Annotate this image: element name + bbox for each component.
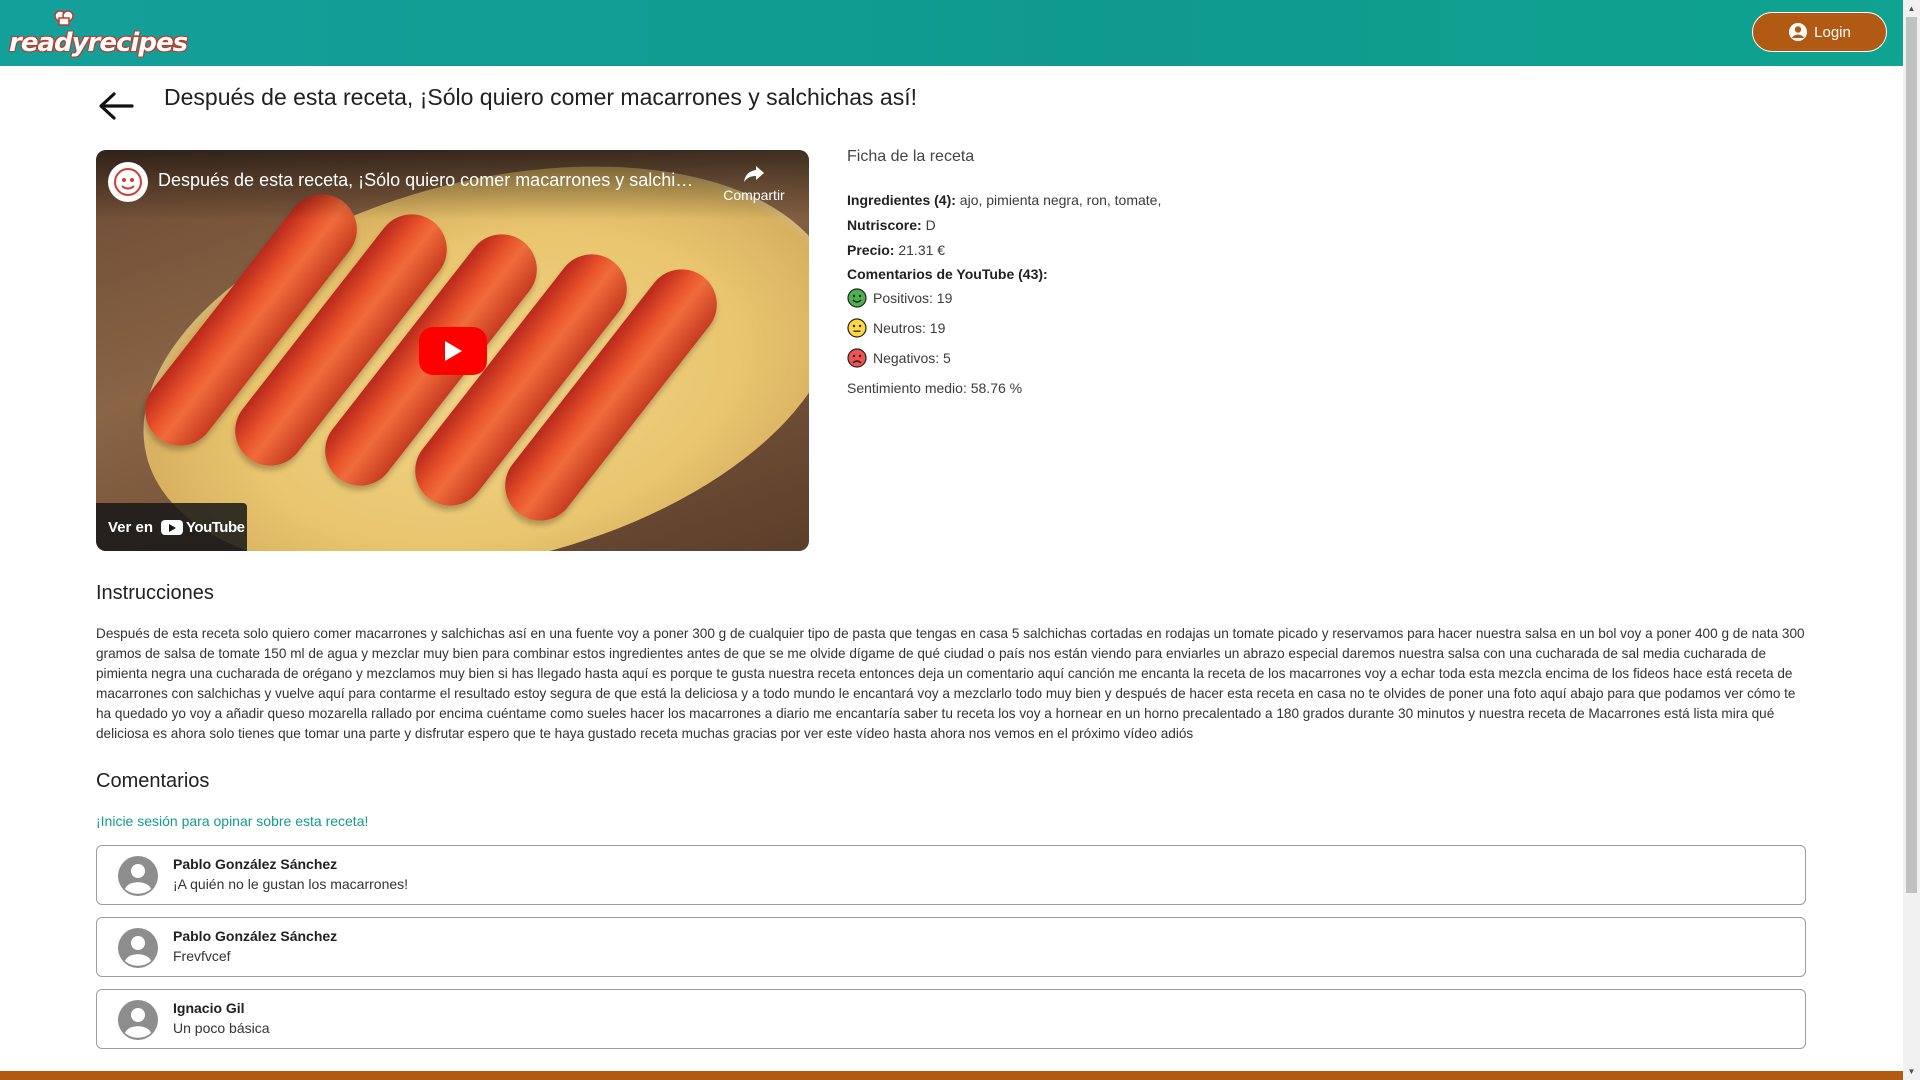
comment-text: ¡A quién no le gustan los macarrones!: [173, 876, 409, 892]
channel-logo-icon: [114, 168, 142, 196]
share-arrow-icon: [744, 166, 764, 182]
happy-face-icon: [847, 288, 867, 308]
recipe-card-info: Ficha de la receta Ingredientes (4): ajo…: [847, 148, 1161, 396]
average-sentiment: Sentimiento medio: 58.76 %: [847, 380, 1023, 396]
nutriscore-label: Nutriscore:: [847, 217, 922, 233]
ingredients-label: Ingredientes (4):: [847, 192, 956, 208]
readyrecipes-logo[interactable]: readyrecipes: [9, 10, 188, 58]
login-label: Login: [1814, 23, 1851, 41]
ingredients-value: ajo, pimienta negra, ron, tomate,: [959, 192, 1162, 208]
positive-count: Positivos: 19: [873, 290, 953, 306]
comment-author: Ignacio Gil: [173, 1000, 245, 1016]
chef-hat-icon: [54, 10, 74, 26]
ingredients-row: Ingredientes (4): ajo, pimienta negra, r…: [847, 192, 1161, 208]
comment-text: Frevfvcef: [173, 948, 231, 964]
neutral-count: Neutros: 19: [873, 320, 946, 336]
user-avatar-icon: [118, 1000, 158, 1040]
youtube-comments-row: Comentarios de YouTube (43):: [847, 266, 1048, 282]
user-avatar-icon: [118, 928, 158, 968]
footer-bar: [0, 1071, 1903, 1080]
video-title[interactable]: Después de esta receta, ¡Sólo quiero com…: [158, 170, 698, 191]
price-label: Precio:: [847, 242, 895, 258]
positive-row: Positivos: 19: [847, 288, 952, 308]
logo-text: readyrecipes: [9, 28, 188, 58]
login-to-comment-link[interactable]: ¡Inicie sesión para opinar sobre esta re…: [96, 813, 368, 829]
scrollbar-thumb[interactable]: [1906, 17, 1917, 893]
comment-author: Pablo González Sánchez: [173, 856, 338, 872]
youtube-video-embed[interactable]: Después de esta receta, ¡Sólo quiero com…: [96, 150, 809, 551]
price-row: Precio: 21.31 €: [847, 242, 945, 258]
share-label: Compartir: [723, 187, 785, 203]
negative-row: Negativos: 5: [847, 348, 951, 368]
youtube-comments-label: Comentarios de YouTube (43):: [847, 266, 1048, 282]
comments-heading: Comentarios: [96, 770, 210, 792]
watch-on-youtube-button[interactable]: Ver en YouTube: [96, 503, 247, 551]
nutriscore-row: Nutriscore: D: [847, 217, 936, 233]
comment-card: Pablo González Sánchez ¡A quién no le gu…: [96, 845, 1806, 905]
scroll-up-arrow-icon[interactable]: ▲: [1903, 0, 1920, 17]
login-button[interactable]: Login: [1752, 12, 1887, 52]
user-avatar-icon: [118, 856, 158, 896]
watch-on-label: Ver en: [108, 518, 154, 536]
instructions-text: Después de esta receta solo quiero comer…: [96, 626, 1805, 741]
play-icon: [445, 341, 462, 361]
page-title: Después de esta receta, ¡Sólo quiero com…: [164, 84, 917, 110]
account-circle-icon: [1789, 23, 1808, 41]
youtube-play-icon: [161, 519, 184, 535]
comment-card: Pablo González Sánchez Frevfvcef: [96, 917, 1806, 977]
comment-text: Un poco básica: [173, 1020, 270, 1036]
comment-author: Pablo González Sánchez: [173, 928, 338, 944]
youtube-logo: YouTube: [161, 518, 245, 536]
negative-count: Negativos: 5: [873, 350, 951, 366]
scroll-down-arrow-icon[interactable]: ▼: [1903, 1063, 1920, 1080]
sad-face-icon: [847, 348, 867, 368]
top-app-bar: readyrecipes Login: [0, 0, 1903, 66]
youtube-wordmark: YouTube: [186, 518, 245, 536]
channel-avatar[interactable]: [108, 162, 148, 202]
vertical-scrollbar[interactable]: ▲ ▼: [1903, 0, 1920, 1080]
recipe-card-heading: Ficha de la receta: [847, 148, 975, 165]
neutral-row: Neutros: 19: [847, 318, 945, 338]
play-button[interactable]: [419, 327, 487, 375]
neutral-face-icon: [847, 318, 867, 338]
nutriscore-value: D: [925, 217, 936, 233]
comment-card: Ignacio Gil Un poco básica: [96, 989, 1806, 1049]
back-arrow-icon[interactable]: [96, 88, 136, 124]
price-value: 21.31 €: [898, 242, 946, 258]
instructions-heading: Instrucciones: [96, 582, 214, 604]
share-button[interactable]: Compartir: [719, 164, 789, 203]
